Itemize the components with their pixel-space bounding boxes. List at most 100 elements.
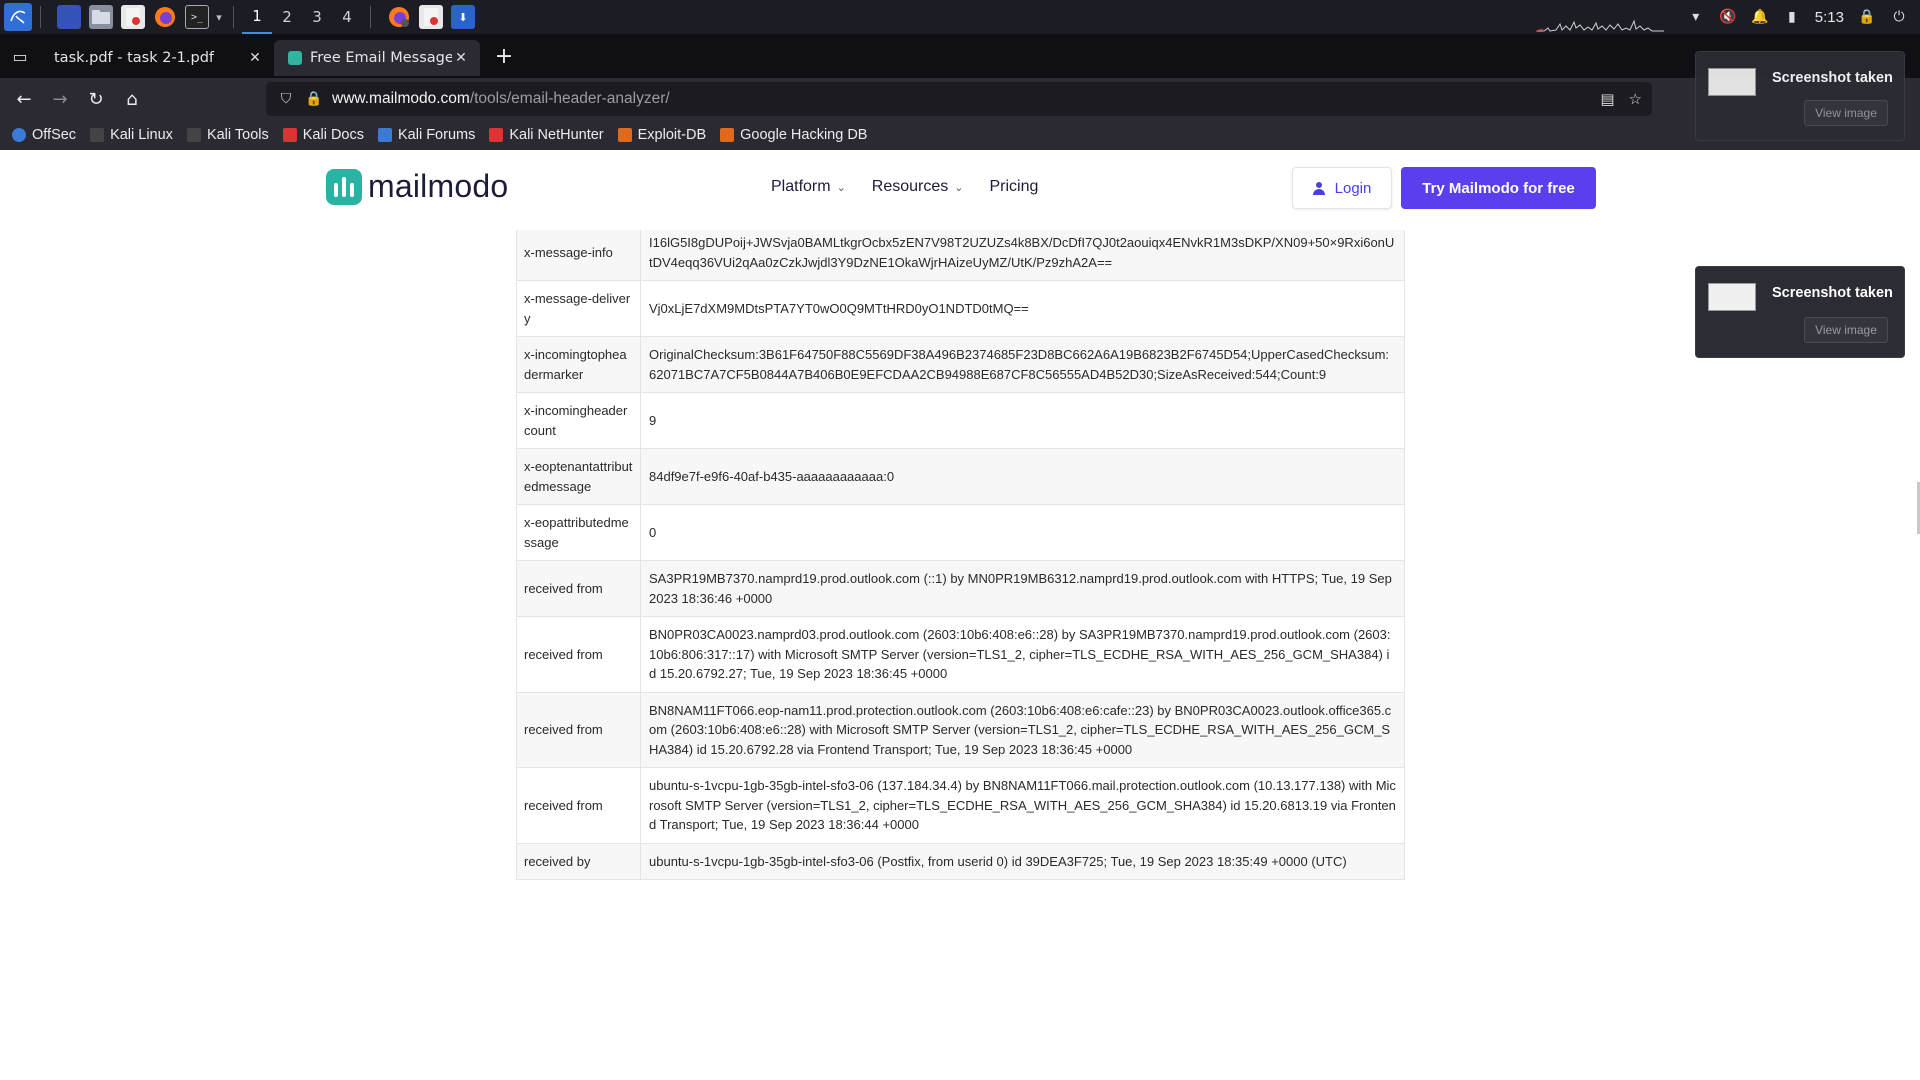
table-row: received by ubuntu-s-1vcpu-1gb-35gb-intel… <box>516 842 1405 880</box>
kali-docs-icon <box>282 128 297 142</box>
mailmodo-logo-icon <box>326 168 362 205</box>
lock-icon[interactable]: 🔒 <box>304 91 324 107</box>
forward-button[interactable]: → <box>42 81 78 117</box>
url-text[interactable]: www.mailmodo.com/tools/email-header-anal… <box>332 90 670 108</box>
clock[interactable]: 5:13 <box>1815 9 1844 26</box>
notification-screenshot[interactable]: Screenshot taken View image <box>1695 51 1905 141</box>
bookmark-star-icon[interactable]: ☆ <box>1629 90 1642 108</box>
header-value: BN8NAM11FT066.eop-nam11.prod.protection.… <box>640 691 1405 768</box>
battery-icon[interactable]: ▮ <box>1783 8 1801 26</box>
workspace-4[interactable]: 4 <box>332 0 362 34</box>
bookmark-google-hacking-db[interactable]: Google Hacking DB <box>720 127 867 143</box>
screenshot-thumbnail <box>1708 68 1756 96</box>
chevron-down-icon[interactable]: ▾ <box>213 5 225 29</box>
bookmark-offsec[interactable]: OffSec <box>12 127 76 143</box>
bookmark-kali-docs[interactable]: Kali Docs <box>282 127 364 143</box>
view-image-button[interactable]: View image <box>1804 100 1888 126</box>
tab-list-icon[interactable]: ▭ <box>0 34 40 78</box>
table-row: x-message-info I16lG5I8gDUPoij+JWSvja0BAM… <box>516 224 1405 281</box>
close-icon[interactable]: ✕ <box>452 50 470 66</box>
url-path: /tools/email-header-analyzer/ <box>469 90 670 107</box>
nav-label: Resources <box>871 178 949 195</box>
bookmark-label: Exploit-DB <box>637 127 707 143</box>
header-key: x-eopattributedmessage <box>516 504 641 561</box>
bookmark-kali-linux[interactable]: Kali Linux <box>90 127 173 143</box>
table-row: x-message-delivery Vj0xLjE7dXM9MDtsPTA7YT… <box>516 280 1405 337</box>
notification-screenshot[interactable]: Screenshot taken View image <box>1695 266 1905 358</box>
notification-title: Screenshot taken <box>1772 70 1893 86</box>
table-row: x-incomingheadercount 9 <box>516 392 1405 449</box>
firefox-icon[interactable] <box>153 5 177 29</box>
kali-dragon-icon <box>186 128 201 142</box>
bookmark-label: Kali Forums <box>397 127 476 143</box>
home-button[interactable]: ⌂ <box>114 81 150 117</box>
shield-icon[interactable]: ⛉ <box>276 91 296 107</box>
kali-menu-icon[interactable] <box>4 3 32 31</box>
screenshot-thumbnail <box>1708 283 1756 311</box>
kali-dragon-icon <box>90 128 105 142</box>
desktop-icon[interactable] <box>57 5 81 29</box>
login-label: Login <box>1334 179 1372 197</box>
header-value: 9 <box>640 392 1405 449</box>
cpu-graph-icon <box>1536 19 1664 32</box>
nav-pricing[interactable]: Pricing <box>990 178 1039 196</box>
bookmark-exploit-db[interactable]: Exploit-DB <box>617 127 707 143</box>
nav-resources[interactable]: Resources ⌄ <box>872 178 964 196</box>
firefox-window-icon[interactable] <box>387 5 411 29</box>
header-value: BN0PR03CA0023.namprd03.prod.outlook.com … <box>640 616 1405 693</box>
header-value: ubuntu-s-1vcpu-1gb-35gb-intel-sfo3-06 (P… <box>640 842 1405 880</box>
main-nav: Platform ⌄ Resources ⌄ Pricing <box>771 178 1038 196</box>
header-value: I16lG5I8gDUPoij+JWSvja0BAMLtkgrOcbx5zEN7… <box>640 224 1405 281</box>
chevron-down-icon: ⌄ <box>836 181 846 194</box>
browser-nav-bar: ← → ↻ ⌂ ⛉ 🔒 www.mailmodo.com/tools/email… <box>0 78 1920 120</box>
reload-button[interactable]: ↻ <box>78 81 114 117</box>
taskbar-separator <box>233 6 234 28</box>
bookmark-label: OffSec <box>32 127 77 143</box>
user-icon <box>1312 181 1325 195</box>
document-icon[interactable] <box>121 5 145 29</box>
download-icon[interactable]: ⬇ <box>451 5 475 29</box>
mailmodo-logo[interactable]: mailmodo <box>326 168 508 205</box>
tab-email-header-analyzer[interactable]: Free Email Message Head ✕ <box>274 40 480 76</box>
bookmark-label: Kali NetHunter <box>509 127 604 143</box>
bookmark-label: Kali Docs <box>302 127 364 143</box>
header-key: x-message-delivery <box>516 280 641 337</box>
address-bar[interactable]: ⛉ 🔒 www.mailmodo.com/tools/email-header-… <box>266 82 1652 116</box>
workspace-2[interactable]: 2 <box>272 0 302 34</box>
pdf-window-icon[interactable] <box>419 5 443 29</box>
bookmark-kali-tools[interactable]: Kali Tools <box>186 127 269 143</box>
power-icon[interactable]: ⏻ <box>1890 8 1908 26</box>
new-tab-button[interactable]: + <box>486 38 522 74</box>
bell-icon[interactable]: 🔔 <box>1751 8 1769 26</box>
header-key: received from <box>516 691 641 768</box>
header-value: 84df9e7f-e9f6-40af-b435-aaaaaaaaaaaa:0 <box>640 448 1405 505</box>
workspace-3[interactable]: 3 <box>302 0 332 34</box>
header-key: received from <box>516 616 641 693</box>
wifi-icon[interactable]: ▾ <box>1687 8 1705 26</box>
kali-forums-icon <box>377 128 392 142</box>
workspace-1[interactable]: 1 <box>242 0 272 34</box>
bookmark-kali-nethunter[interactable]: Kali NetHunter <box>489 127 604 143</box>
ghdb-icon <box>720 128 735 142</box>
nav-platform[interactable]: Platform ⌄ <box>771 178 846 196</box>
mute-icon[interactable]: 🔇 <box>1719 8 1737 26</box>
email-headers-table: x-message-info I16lG5I8gDUPoij+JWSvja0BAM… <box>516 224 1405 880</box>
terminal-icon[interactable]: >_ <box>185 5 209 29</box>
header-value: ubuntu-s-1vcpu-1gb-35gb-intel-sfo3-06 (1… <box>640 767 1405 844</box>
exploit-db-icon <box>617 128 632 142</box>
try-free-button[interactable]: Try Mailmodo for free <box>1401 167 1596 209</box>
logo-text: mailmodo <box>368 168 509 204</box>
table-row: x-eopattributedmessage 0 <box>516 504 1405 561</box>
lock-icon[interactable]: 🔒 <box>1858 8 1876 26</box>
browser-tab-bar: ▭ task.pdf - task 2-1.pdf ✕ Free Email M… <box>0 34 1920 78</box>
file-manager-icon[interactable] <box>89 5 113 29</box>
view-image-button[interactable]: View image <box>1804 317 1888 343</box>
close-icon[interactable]: ✕ <box>246 50 264 66</box>
nav-label: Pricing <box>989 178 1039 195</box>
reader-view-icon[interactable]: ▤ <box>1600 90 1614 108</box>
bookmark-kali-forums[interactable]: Kali Forums <box>377 127 476 143</box>
back-button[interactable]: ← <box>6 81 42 117</box>
login-button[interactable]: Login <box>1292 167 1392 209</box>
mailmodo-favicon-icon <box>288 51 302 65</box>
tab-task-pdf[interactable]: task.pdf - task 2-1.pdf ✕ <box>40 40 274 76</box>
